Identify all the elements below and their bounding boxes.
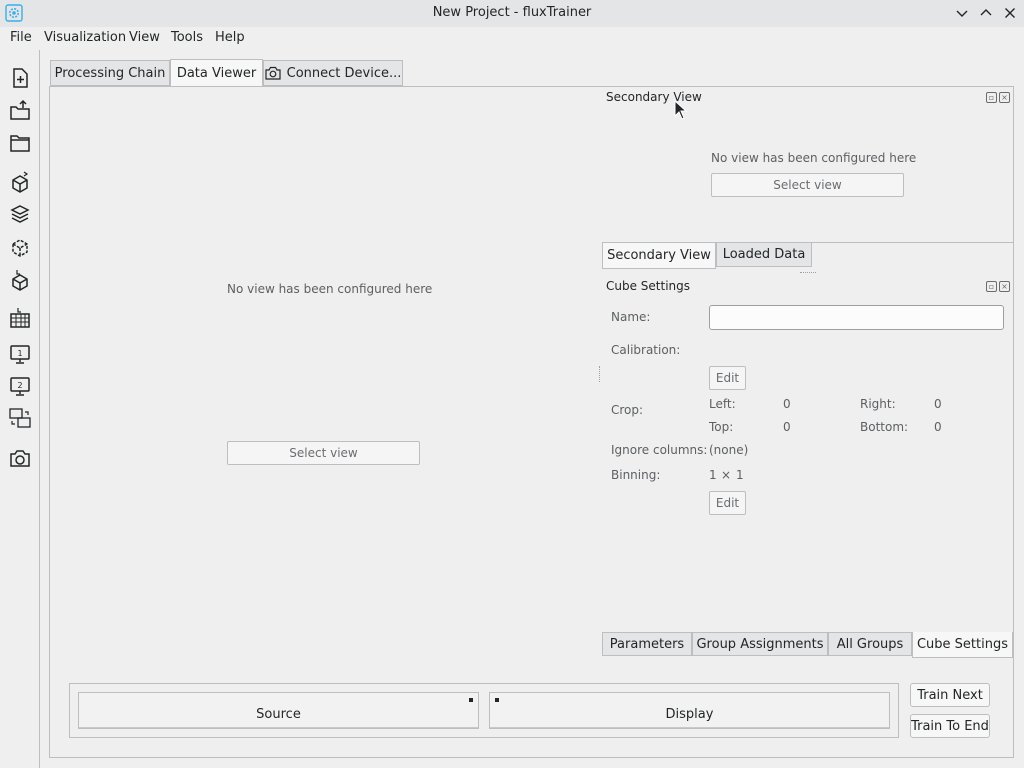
display-button[interactable]: Display (489, 692, 890, 729)
table-import-icon[interactable] (6, 304, 34, 332)
crop-left-value: 0 (783, 397, 791, 411)
cube-settings-dock-controls: ▫ × (986, 281, 1010, 292)
tab-processing-chain-label: Processing Chain (54, 65, 166, 81)
menu-bar: File Visualization View Tools Help (0, 27, 1024, 50)
horizontal-splitter[interactable] (800, 272, 816, 274)
binning-edit-button[interactable]: Edit (709, 491, 746, 515)
monitor-1-icon[interactable]: 1 (6, 340, 34, 368)
secondary-view-dock-controls: ▫ × (986, 92, 1010, 103)
menu-view[interactable]: View (129, 30, 160, 45)
tab-group-assignments-label: Group Assignments (696, 636, 824, 652)
menu-help[interactable]: Help (215, 30, 245, 45)
train-next-button[interactable]: Train Next (910, 683, 990, 707)
left-toolbar: 1 2 (0, 50, 40, 768)
cube-import-icon[interactable] (6, 266, 34, 294)
svg-text:2: 2 (17, 381, 22, 390)
minimize-icon[interactable] (954, 5, 970, 21)
tab-all-groups-label: All Groups (836, 636, 904, 652)
menu-file[interactable]: File (10, 30, 32, 45)
train-to-end-button[interactable]: Train To End (910, 714, 990, 738)
tab-data-viewer[interactable]: Data Viewer (170, 59, 263, 86)
calibration-label: Calibration: (611, 343, 681, 357)
tab-parameters-label: Parameters (609, 636, 685, 652)
crop-right-label: Right: (860, 397, 896, 411)
mouse-cursor-icon (674, 100, 688, 120)
binning-y-value: 1 (736, 468, 744, 482)
open-folder-icon[interactable] (6, 128, 34, 156)
svg-text:1: 1 (17, 349, 22, 358)
tab-cube-settings[interactable]: Cube Settings (912, 632, 1013, 658)
tab-group-assignments[interactable]: Group Assignments (692, 632, 828, 656)
tab-loaded-data[interactable]: Loaded Data (716, 243, 812, 267)
menu-visualization[interactable]: Visualization (44, 30, 126, 45)
tab-data-viewer-label: Data Viewer (176, 65, 257, 81)
binning-label: Binning: (611, 468, 661, 482)
calibration-edit-button[interactable]: Edit (709, 366, 746, 390)
cube-export-icon[interactable] (6, 168, 34, 196)
tab-processing-chain[interactable]: Processing Chain (50, 60, 170, 86)
tab-cube-settings-label: Cube Settings (916, 637, 1009, 652)
tab-connect-device-label: Connect Device... (286, 65, 402, 81)
ignore-columns-value: (none) (709, 443, 749, 457)
cube-sparkle-icon[interactable] (6, 232, 34, 260)
name-label: Name: (611, 310, 651, 324)
tab-secondary-view-label: Secondary View (607, 248, 711, 263)
camera-icon (265, 66, 281, 80)
float-icon[interactable]: ▫ (986, 281, 997, 292)
secondary-view-empty-text: No view has been configured here (711, 151, 917, 165)
crop-bottom-label: Bottom: (860, 420, 909, 434)
crop-bottom-value: 0 (934, 420, 942, 434)
layers-icon[interactable] (6, 200, 34, 228)
crop-left-label: Left: (709, 397, 736, 411)
export-icon[interactable] (6, 96, 34, 124)
vertical-splitter[interactable] (599, 366, 601, 382)
main-view-empty-text: No view has been configured here (227, 282, 433, 296)
tab-secondary-view[interactable]: Secondary View (602, 243, 716, 269)
monitor-swap-icon[interactable] (6, 404, 34, 432)
source-button[interactable]: Source (78, 692, 479, 729)
main-select-view-button[interactable]: Select view (227, 441, 420, 465)
display-button-label: Display (665, 707, 714, 722)
binning-x-value: 1 (709, 468, 717, 482)
title-bar: New Project - fluxTrainer (0, 0, 1024, 27)
close-icon[interactable]: × (999, 281, 1010, 292)
menu-tools[interactable]: Tools (171, 30, 203, 45)
name-field[interactable] (709, 305, 1004, 330)
camera-icon[interactable] (6, 444, 34, 472)
binning-separator: × (721, 468, 732, 482)
crop-label: Crop: (611, 403, 644, 417)
new-file-icon[interactable] (6, 64, 34, 92)
tab-loaded-data-label: Loaded Data (722, 247, 806, 262)
window-title: New Project - fluxTrainer (432, 5, 592, 20)
crop-top-value: 0 (783, 420, 791, 434)
ignore-columns-label: Ignore columns: (611, 443, 708, 457)
tab-all-groups[interactable]: All Groups (828, 632, 912, 656)
tab-connect-device[interactable]: Connect Device... (263, 60, 403, 86)
float-icon[interactable]: ▫ (986, 92, 997, 103)
close-icon[interactable] (1002, 5, 1018, 21)
tab-parameters[interactable]: Parameters (602, 632, 692, 656)
secondary-select-view-button[interactable]: Select view (711, 173, 904, 197)
source-corner-marker (469, 698, 473, 702)
crop-right-value: 0 (934, 397, 942, 411)
close-icon[interactable]: × (999, 92, 1010, 103)
maximize-icon[interactable] (978, 5, 994, 21)
monitor-2-icon[interactable]: 2 (6, 372, 34, 400)
display-corner-marker (495, 698, 499, 702)
source-button-label: Source (256, 707, 301, 722)
cube-settings-title: Cube Settings (606, 279, 691, 293)
crop-top-label: Top: (709, 420, 734, 434)
